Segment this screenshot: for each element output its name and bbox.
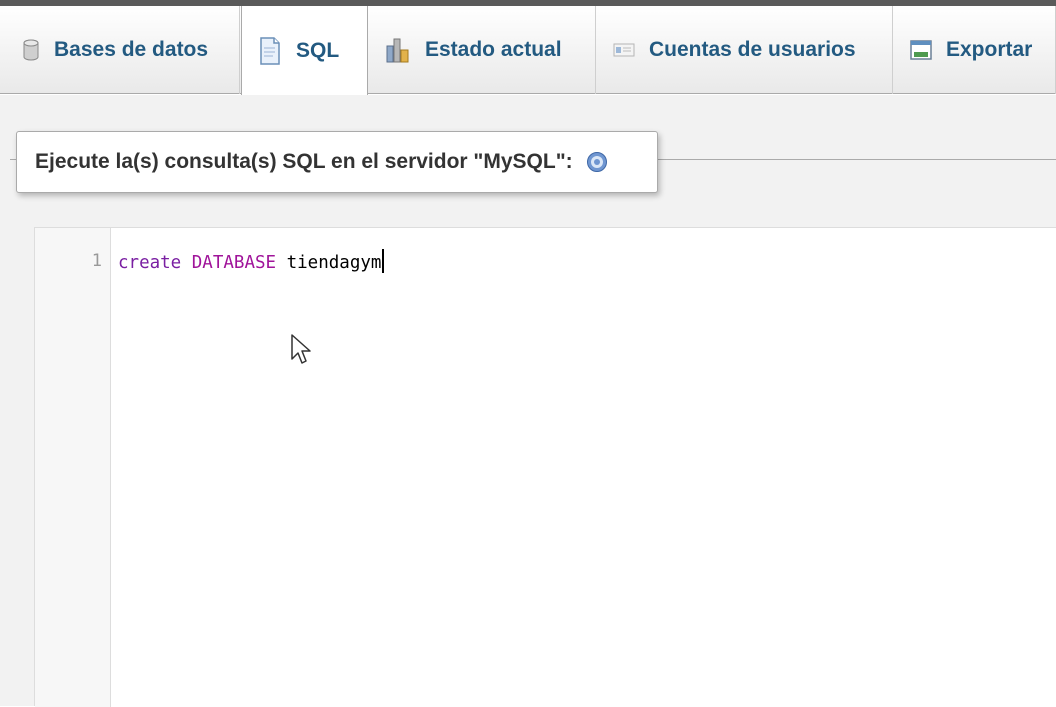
database-icon	[22, 39, 40, 61]
sql-editor[interactable]: 1 create DATABASE tiendagym	[34, 227, 1056, 707]
line-number-gutter: 1	[35, 228, 111, 707]
tab-sql[interactable]: SQL	[241, 6, 368, 96]
export-icon	[910, 39, 932, 61]
query-fieldset-legend: Ejecute la(s) consulta(s) SQL en el serv…	[16, 131, 658, 193]
tab-sql-label: SQL	[296, 39, 340, 62]
tab-databases-label: Bases de datos	[54, 38, 209, 61]
tab-status[interactable]: Estado actual	[369, 6, 596, 94]
mouse-pointer-icon	[290, 333, 312, 370]
tab-export-label: Exportar	[946, 38, 1033, 61]
code-input-area[interactable]: create DATABASE tiendagym	[118, 249, 1056, 689]
tab-export[interactable]: Exportar	[894, 6, 1056, 94]
line-number: 1	[91, 251, 102, 271]
tab-user-accounts-label: Cuentas de usuarios	[649, 38, 856, 61]
status-chart-icon	[385, 36, 411, 64]
code-keyword-create: create	[118, 253, 182, 273]
code-identifier: tiendagym	[286, 253, 382, 273]
server-tab-bar: Bases de datos SQL Estado actual Cuentas…	[0, 6, 1056, 96]
help-icon[interactable]	[585, 150, 609, 174]
tab-user-accounts[interactable]: Cuentas de usuarios	[597, 6, 893, 94]
query-legend-text: Ejecute la(s) consulta(s) SQL en el serv…	[35, 150, 573, 173]
users-card-icon	[613, 42, 635, 58]
tab-databases[interactable]: Bases de datos	[0, 6, 240, 94]
sql-document-icon	[258, 36, 282, 66]
text-caret	[382, 249, 385, 273]
code-keyword-database: DATABASE	[191, 253, 277, 273]
tab-status-label: Estado actual	[425, 38, 562, 61]
